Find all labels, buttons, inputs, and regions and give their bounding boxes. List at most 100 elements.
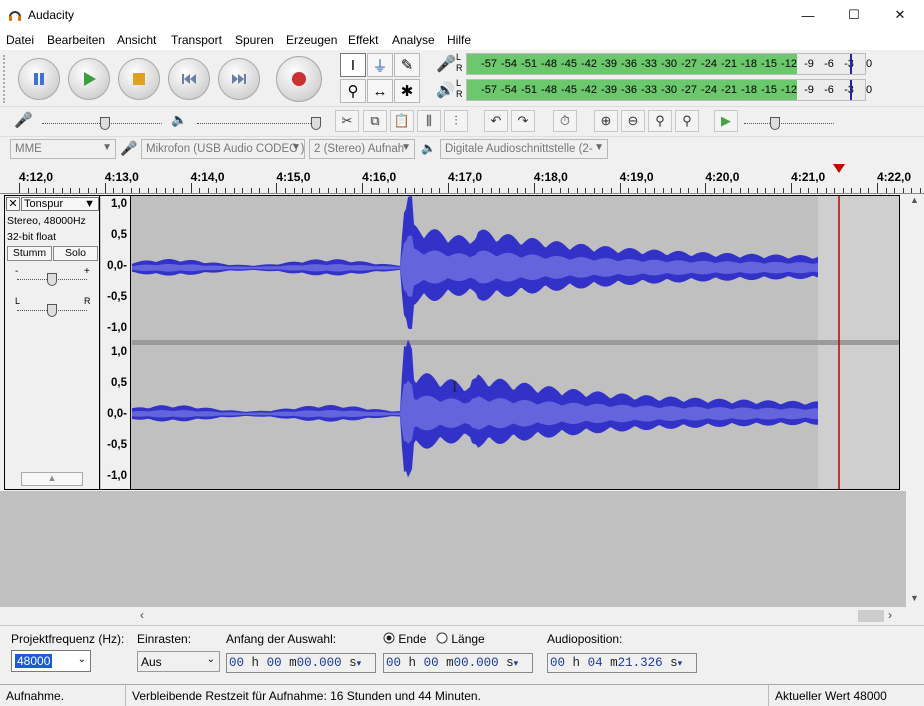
track-menu-button[interactable]: Tonspur ▼ [21, 197, 99, 211]
timeline-tick [808, 188, 810, 193]
stop-button[interactable] [118, 58, 160, 100]
menu-transport[interactable]: Transport [171, 33, 222, 47]
project-rate-label: Projektfrequenz (Hz): [11, 632, 125, 646]
close-button[interactable]: ✕ [877, 0, 923, 30]
meter-tick-label: -15 [761, 84, 777, 96]
gain-slider-thumb[interactable] [47, 273, 57, 286]
copy-button[interactable]: ⧉ [363, 110, 387, 132]
timeline-tick-label: 4:13,0 [104, 170, 139, 184]
play-speed-thumb[interactable] [770, 117, 780, 130]
menu-hilfe[interactable]: Hilfe [447, 33, 471, 47]
empty-track-area[interactable] [0, 491, 906, 607]
length-radio[interactable]: Länge [436, 632, 485, 646]
vertical-scrollbar[interactable]: ▲ ▼ [906, 195, 924, 607]
playback-device-select[interactable]: Digitale Audioschnittstelle (2- ▼ [440, 139, 608, 159]
cut-button[interactable]: ✂ [335, 110, 359, 132]
skip-end-button[interactable] [218, 58, 260, 100]
menu-datei[interactable]: Datei [6, 33, 34, 47]
speaker-icon: 🔈 [421, 141, 436, 155]
scroll-left-icon[interactable]: ‹ [140, 608, 144, 622]
track-name: Tonspur [24, 198, 64, 210]
s-unit: s [670, 656, 678, 670]
playhead-marker-icon[interactable] [833, 164, 845, 173]
output-volume-thumb[interactable] [311, 117, 321, 130]
amplitude-label: 0,5 [111, 229, 127, 241]
meter-tick-label: -33 [641, 84, 657, 96]
timeline-ruler[interactable]: 4:12,0 4:13,0 4:14,0 4:15,0 4:16,0 4:17,0 4:18… [0, 162, 924, 194]
menu-bearbeiten[interactable]: Bearbeiten [47, 33, 105, 47]
undo-button[interactable]: ↶ [484, 110, 508, 132]
collapse-track-button[interactable]: ▲ [21, 472, 83, 486]
audio-host-select[interactable]: MME ▼ [10, 139, 116, 159]
menu-ansicht[interactable]: Ansicht [117, 33, 156, 47]
fit-project-button[interactable]: ⚲ [675, 110, 699, 132]
zoom-in-button[interactable]: ⊕ [594, 110, 618, 132]
trim-button[interactable]: ⫼ [417, 110, 441, 132]
play-speed-slider[interactable] [744, 123, 834, 124]
selection-end-field[interactable]: 00 h 00 m00.000 s▾ [383, 653, 533, 673]
menu-erzeugen[interactable]: Erzeugen [286, 33, 337, 47]
amplitude-label: -0,5 [107, 439, 127, 451]
output-volume-slider[interactable] [197, 123, 317, 124]
horizontal-scrollbar[interactable]: ‹ › [136, 607, 906, 625]
selection-start-field[interactable]: 00 h 00 m00.000 s▾ [226, 653, 376, 673]
recording-device-select[interactable]: Mikrofon (USB Audio CODEC ) ▼ [141, 139, 305, 159]
timeline-tick [825, 188, 827, 193]
scroll-right-icon[interactable]: › [888, 608, 892, 622]
play-button[interactable] [68, 58, 110, 100]
zoom-out-button[interactable]: ⊖ [621, 110, 645, 132]
snap-select[interactable]: Aus ⌄ [137, 651, 220, 672]
menu-analyse[interactable]: Analyse [392, 33, 435, 47]
pan-slider-thumb[interactable] [47, 304, 57, 317]
track-close-button[interactable]: ✕ [6, 197, 20, 211]
timeline-tick [499, 188, 501, 193]
project-rate-select[interactable]: 48000 ⌄ [11, 650, 91, 672]
time-shift-tool-button[interactable]: ↔ [367, 79, 393, 103]
zoom-tool-button[interactable]: ⚲ [340, 79, 366, 103]
solo-button[interactable]: Solo [53, 246, 98, 261]
multi-tool-button[interactable]: ✱ [394, 79, 420, 103]
timeline-tick [182, 188, 184, 193]
waveform-area[interactable]: I [132, 196, 899, 489]
timeline-tick [27, 188, 29, 193]
scroll-up-icon[interactable]: ▲ [910, 195, 919, 205]
recording-meter[interactable]: -57 -54 -51 -48 -45 -42 -39 -36 -33 -30 -27 -24 -21-… [466, 53, 872, 75]
scroll-down-icon[interactable]: ▼ [910, 593, 919, 603]
timeline-tick [147, 188, 149, 193]
scroll-thumb[interactable] [858, 610, 884, 622]
envelope-tool-button[interactable]: ⏚ [367, 53, 393, 77]
play-at-speed-button[interactable]: ▶ [714, 110, 738, 132]
menu-effekt[interactable]: Effekt [348, 33, 378, 47]
pause-button[interactable] [18, 58, 60, 100]
selection-tool-button[interactable]: I [340, 53, 366, 77]
zoom-fit-selection-icon: ⚲ [655, 113, 665, 128]
timeline-tick [53, 188, 55, 193]
draw-tool-button[interactable]: ✎ [394, 53, 420, 77]
input-volume-thumb[interactable] [100, 117, 110, 130]
transport-toolbar: I ⏚ ✎ ⚲ ↔ ✱ 🎤 L R -57 -54 -51 -48 -45 -42 -39-… [0, 51, 924, 106]
minimize-button[interactable]: — [785, 0, 831, 30]
meter-tick-label: -12 [781, 84, 797, 96]
chevron-down-icon: ▼ [291, 142, 301, 153]
audio-position-field[interactable]: 00 h 04 m21.326 s▾ [547, 653, 697, 673]
meter-tick-label: -45 [561, 58, 577, 70]
sync-lock-button[interactable]: ⏱ [553, 110, 577, 132]
mute-button[interactable]: Stumm [7, 246, 52, 261]
timeline-tick [799, 188, 801, 193]
timeline-tick [550, 188, 552, 193]
timeline-tick [439, 188, 441, 193]
end-radio[interactable]: Ende [383, 632, 426, 646]
silence-button[interactable]: ⫶ [444, 110, 468, 132]
recording-channels-select[interactable]: 2 (Stereo) Aufnah ▼ [309, 139, 415, 159]
fit-selection-button[interactable]: ⚲ [648, 110, 672, 132]
record-button[interactable] [276, 56, 322, 102]
playback-meter[interactable]: -57 -54 -51 -48 -45 -42 -39 -36 -33 -30 -27 -24 -21-… [466, 79, 872, 101]
redo-button[interactable]: ↷ [511, 110, 535, 132]
meter-tick-label: -6 [824, 84, 834, 96]
toolbar-grip[interactable] [3, 55, 7, 103]
meter-tick-label: -21 [721, 58, 737, 70]
skip-start-button[interactable] [168, 58, 210, 100]
paste-button[interactable]: 📋 [390, 110, 414, 132]
maximize-button[interactable]: ☐ [831, 0, 877, 30]
menu-spuren[interactable]: Spuren [235, 33, 274, 47]
